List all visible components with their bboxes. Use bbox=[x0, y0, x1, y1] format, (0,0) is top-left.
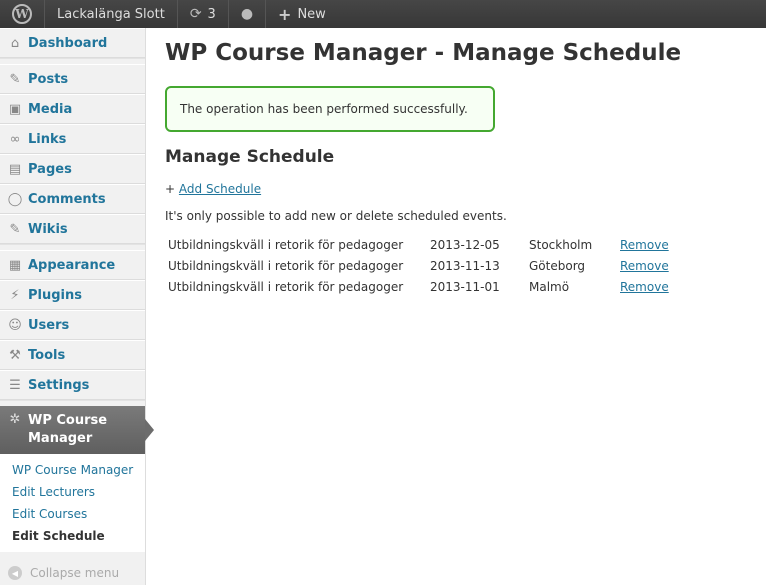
plus-icon: + bbox=[278, 4, 292, 24]
updates-button[interactable]: ⟳ 3 bbox=[178, 0, 229, 28]
menu-label: Settings bbox=[28, 377, 90, 393]
add-schedule-line: + Add Schedule bbox=[165, 182, 755, 196]
dashboard-icon: ⌂ bbox=[10, 35, 20, 51]
submenu: WP Course Manager Edit Lecturers Edit Co… bbox=[0, 454, 145, 552]
admin-bar: W Lackalänga Slott ⟳ 3 ● + New bbox=[0, 0, 766, 28]
page-title: WP Course Manager - Manage Schedule bbox=[165, 40, 682, 66]
menu-item-users[interactable]: ☺ Users bbox=[0, 310, 145, 340]
table-row: Utbildningskväll i retorik för pedagoger… bbox=[165, 277, 669, 298]
gear-icon: ✲ bbox=[9, 412, 21, 427]
current-arrow bbox=[145, 419, 154, 441]
remove-link[interactable]: Remove bbox=[620, 238, 669, 252]
comment-icon: ◯ bbox=[7, 191, 23, 207]
event-city: Malmö bbox=[529, 280, 570, 294]
menu-item-settings[interactable]: ☰ Settings bbox=[0, 370, 145, 400]
main-content: WP Course Manager - Manage Schedule The … bbox=[165, 28, 755, 298]
refresh-icon: ⟳ bbox=[189, 6, 202, 22]
collapse-menu-button[interactable]: ◀ Collapse menu bbox=[0, 558, 145, 588]
menu-item-dashboard[interactable]: ⌂ Dashboard bbox=[0, 28, 145, 58]
pushpin-icon: ✎ bbox=[9, 71, 21, 87]
add-prefix: + bbox=[165, 182, 176, 196]
submenu-item-edit-schedule[interactable]: Edit Schedule bbox=[0, 526, 145, 548]
users-icon: ☺ bbox=[8, 317, 22, 333]
info-text: It's only possible to add new or delete … bbox=[165, 209, 507, 223]
link-icon: ∞ bbox=[9, 131, 21, 147]
menu-label: WP Course Manager bbox=[28, 413, 108, 446]
menu-item-posts[interactable]: ✎ Posts bbox=[0, 64, 145, 94]
notice-text: The operation has been performed success… bbox=[180, 102, 468, 116]
event-city: Stockholm bbox=[529, 238, 593, 252]
menu-label: Appearance bbox=[28, 257, 116, 273]
menu-item-links[interactable]: ∞ Links bbox=[0, 124, 145, 154]
collapse-arrow-icon: ◀ bbox=[8, 566, 22, 580]
menu-label: Users bbox=[28, 317, 70, 333]
admin-sidebar: ⌂ Dashboard ✎ Posts ▣ Media ∞ Links ▤ Pa… bbox=[0, 28, 154, 588]
submenu-item-wp-course-manager[interactable]: WP Course Manager bbox=[0, 460, 145, 482]
event-title: Utbildningskväll i retorik för pedagoger bbox=[168, 280, 404, 294]
event-date: 2013-11-13 bbox=[430, 259, 500, 273]
menu-label: Comments bbox=[28, 191, 106, 207]
event-title: Utbildningskväll i retorik för pedagoger bbox=[168, 238, 404, 252]
event-date: 2013-11-01 bbox=[430, 280, 500, 294]
section-title: Manage Schedule bbox=[165, 147, 335, 167]
menu-label: Tools bbox=[28, 347, 66, 363]
menu-label: Plugins bbox=[28, 287, 82, 303]
menu-item-media[interactable]: ▣ Media bbox=[0, 94, 145, 124]
comments-button[interactable]: ● bbox=[229, 0, 267, 28]
remove-link[interactable]: Remove bbox=[620, 280, 669, 294]
wordpress-logo-button[interactable]: W bbox=[0, 0, 45, 28]
menu-label: Dashboard bbox=[28, 35, 108, 51]
add-schedule-link[interactable]: Add Schedule bbox=[179, 182, 261, 196]
new-label: New bbox=[297, 6, 326, 22]
updates-count: 3 bbox=[207, 6, 216, 22]
menu-item-comments[interactable]: ◯ Comments bbox=[0, 184, 145, 214]
menu-item-wikis[interactable]: ✎ Wikis bbox=[0, 214, 145, 244]
event-title: Utbildningskväll i retorik för pedagoger bbox=[168, 259, 404, 273]
table-row: Utbildningskväll i retorik för pedagoger… bbox=[165, 235, 669, 256]
remove-link[interactable]: Remove bbox=[620, 259, 669, 273]
success-notice: The operation has been performed success… bbox=[165, 86, 495, 132]
new-content-button[interactable]: + New bbox=[266, 0, 338, 28]
submenu-item-edit-lecturers[interactable]: Edit Lecturers bbox=[0, 482, 145, 504]
pages-icon: ▤ bbox=[8, 161, 22, 177]
event-date: 2013-12-05 bbox=[430, 238, 500, 252]
plugin-icon: ⚡ bbox=[10, 287, 20, 303]
settings-icon: ☰ bbox=[9, 377, 21, 393]
media-icon: ▣ bbox=[8, 101, 22, 117]
menu-item-wp-course-manager[interactable]: ✲ WP Course Manager bbox=[0, 406, 154, 454]
collapse-label: Collapse menu bbox=[30, 566, 120, 580]
menu-item-plugins[interactable]: ⚡ Plugins bbox=[0, 280, 145, 310]
menu-item-pages[interactable]: ▤ Pages bbox=[0, 154, 145, 184]
tools-icon: ⚒ bbox=[9, 347, 21, 363]
event-city: Göteborg bbox=[529, 259, 586, 273]
menu-label: Media bbox=[28, 101, 73, 117]
wordpress-icon: W bbox=[12, 4, 32, 24]
menu-label: Pages bbox=[28, 161, 72, 177]
site-name-link[interactable]: Lackalänga Slott bbox=[45, 0, 178, 28]
pushpin-icon: ✎ bbox=[9, 221, 21, 237]
menu-label: Wikis bbox=[28, 221, 68, 237]
appearance-icon: ▦ bbox=[8, 257, 22, 273]
schedule-table: Utbildningskväll i retorik för pedagoger… bbox=[165, 235, 669, 298]
menu-item-tools[interactable]: ⚒ Tools bbox=[0, 340, 145, 370]
table-row: Utbildningskväll i retorik för pedagoger… bbox=[165, 256, 669, 277]
comment-icon: ● bbox=[240, 6, 254, 22]
submenu-item-edit-courses[interactable]: Edit Courses bbox=[0, 504, 145, 526]
menu-item-appearance[interactable]: ▦ Appearance bbox=[0, 250, 145, 280]
menu-label: Posts bbox=[28, 71, 69, 87]
menu-label: Links bbox=[28, 131, 67, 147]
